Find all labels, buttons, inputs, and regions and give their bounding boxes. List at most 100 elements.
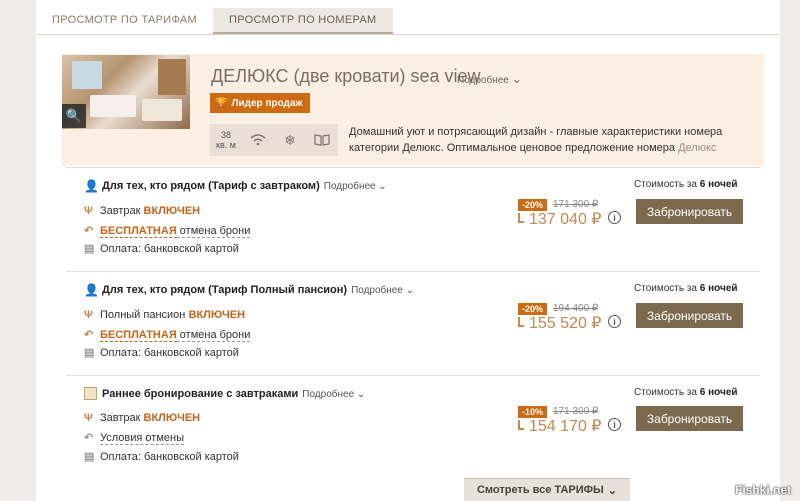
room-area: 38 кв. м xyxy=(210,124,242,156)
room-more-label: Подробнее xyxy=(457,75,509,86)
area-unit: кв. м xyxy=(216,140,236,150)
rate-row: Раннее бронирование с завтраками Подробне… xyxy=(66,375,760,478)
wallet-icon: ▤ xyxy=(84,347,95,359)
badge-label: Лидер продаж xyxy=(231,97,303,109)
undo-arrow-icon: ↶ xyxy=(84,432,94,444)
person-mini-icon xyxy=(518,420,524,430)
payment-line: ▤ Оплата: банковской картой xyxy=(84,450,239,463)
price: 155 520 ₽ xyxy=(518,313,601,333)
cost-nights: 6 ночей xyxy=(699,179,738,190)
info-icon[interactable]: i xyxy=(608,211,621,224)
rate-title-text: Для тех, кто рядом (Тариф Полный пансион… xyxy=(102,284,348,296)
payment-line: ▤ Оплата: банковской картой xyxy=(84,346,239,359)
rate-more-link[interactable]: Подробнее ⌄ xyxy=(302,389,365,400)
meal-prefix: Завтрак xyxy=(100,205,144,217)
description-faded: Делюкс xyxy=(678,142,717,154)
cost-nights: 6 ночей xyxy=(699,387,738,398)
watermark: Fishki.net xyxy=(735,483,792,497)
rate-title[interactable]: Раннее бронирование с завтраками Подробне… xyxy=(102,388,365,400)
photo-bed xyxy=(90,95,136,117)
meal-prefix: Завтрак xyxy=(100,412,144,424)
rate-row: 👤 Для тех, кто рядом (Тариф с завтраком)… xyxy=(66,167,760,271)
fork-knife-icon: Ψ xyxy=(84,309,93,321)
cost-prefix: Стоимость за xyxy=(634,283,700,294)
zoom-icon[interactable]: 🔍 xyxy=(62,104,86,128)
info-icon[interactable]: i xyxy=(608,315,621,328)
rate-more-label: Подробнее xyxy=(323,181,376,192)
book-button[interactable]: Забронировать xyxy=(636,406,743,431)
chevron-down-icon: ⌄ xyxy=(511,72,522,86)
rate-more-label: Подробнее xyxy=(302,389,355,400)
room-description: Домашний уют и потрясающий дизайн - глав… xyxy=(349,124,729,156)
cancel-text: отмена брони xyxy=(176,329,251,342)
view-tabs: ПРОСМОТР ПО ТАРИФАМ ПРОСМОТР ПО НОМЕРАМ xyxy=(36,8,780,34)
room-title[interactable]: ДЕЛЮКС (две кровати) sea view xyxy=(211,66,481,87)
person-icon: 👤 xyxy=(84,179,99,193)
amenities-bar: 38 кв. м ❄ xyxy=(210,124,338,156)
wallet-icon: ▤ xyxy=(84,243,95,255)
cost-label: Стоимость за 6 ночей xyxy=(634,387,738,398)
meal-line: Ψ Полный пансион ВКЛЮЧЕН xyxy=(84,309,245,321)
book-icon xyxy=(306,124,338,156)
cancel-highlight: БЕСПЛАТНАЯ xyxy=(100,225,177,238)
cost-label: Стоимость за 6 ночей xyxy=(634,283,738,294)
tabs-divider xyxy=(36,34,780,35)
fork-knife-icon: Ψ xyxy=(84,205,93,217)
rate-title[interactable]: Для тех, кто рядом (Тариф Полный пансион… xyxy=(102,284,414,296)
meal-line: Ψ Завтрак ВКЛЮЧЕН xyxy=(84,412,200,424)
cost-nights: 6 ночей xyxy=(699,283,738,294)
cost-prefix: Стоимость за xyxy=(634,387,700,398)
price: 154 170 ₽ xyxy=(518,416,601,436)
wallet-icon: ▤ xyxy=(84,451,95,463)
cancel-text: отмена брони xyxy=(176,225,251,238)
meal-prefix: Полный пансион xyxy=(100,309,189,321)
book-button[interactable]: Забронировать xyxy=(636,303,743,328)
meal-status: ВКЛЮЧЕН xyxy=(143,412,201,424)
payment-text: Оплата: банковской картой xyxy=(100,347,239,359)
meal-line: Ψ Завтрак ВКЛЮЧЕН xyxy=(84,205,200,217)
price-value: 154 170 ₽ xyxy=(529,418,602,435)
trophy-icon: 🏆 xyxy=(215,97,228,109)
cancel-line[interactable]: ↶ БЕСПЛАТНАЯ отмена брони xyxy=(84,224,251,238)
cost-label: Стоимость за 6 ночей xyxy=(634,179,738,190)
undo-arrow-icon: ↶ xyxy=(84,329,94,341)
cancel-line[interactable]: ↶ Условия отмены xyxy=(84,431,184,445)
price-value: 155 520 ₽ xyxy=(529,315,602,332)
payment-text: Оплата: банковской картой xyxy=(100,243,239,255)
rate-row: 👤 Для тех, кто рядом (Тариф Полный панси… xyxy=(66,271,760,375)
photo-wall xyxy=(158,59,186,95)
bestseller-badge: 🏆 Лидер продаж xyxy=(210,93,310,113)
tab-by-rates[interactable]: ПРОСМОТР ПО ТАРИФАМ xyxy=(36,8,213,34)
photo-bed xyxy=(142,99,182,121)
wifi-icon xyxy=(242,124,274,156)
undo-arrow-icon: ↶ xyxy=(84,225,94,237)
payment-line: ▤ Оплата: банковской картой xyxy=(84,242,239,255)
rate-title-text: Для тех, кто рядом (Тариф с завтраком) xyxy=(102,180,320,192)
snowflake-icon: ❄ xyxy=(284,131,296,148)
rate-more-link[interactable]: Подробнее ⌄ xyxy=(324,181,387,192)
see-all-label: Смотреть все ТАРИФЫ xyxy=(476,484,604,496)
person-mini-icon xyxy=(518,317,524,327)
see-all-rates-button[interactable]: Смотреть все ТАРИФЫ ⌄ xyxy=(464,478,630,501)
cancel-line[interactable]: ↶ БЕСПЛАТНАЯ отмена брони xyxy=(84,328,251,342)
rate-title[interactable]: Для тех, кто рядом (Тариф с завтраком) По… xyxy=(102,180,387,192)
meal-status: ВКЛЮЧЕН xyxy=(143,205,201,217)
photo-window xyxy=(72,61,102,89)
price: 137 040 ₽ xyxy=(518,209,601,229)
cancel-highlight: БЕСПЛАТНАЯ xyxy=(100,329,177,342)
meal-status: ВКЛЮЧЕН xyxy=(188,309,246,321)
book-button[interactable]: Забронировать xyxy=(636,199,743,224)
info-icon[interactable]: i xyxy=(608,418,621,431)
room-more-link[interactable]: Подробнее ⌄ xyxy=(457,72,522,86)
rate-more-link[interactable]: Подробнее ⌄ xyxy=(351,285,414,296)
price-value: 137 040 ₽ xyxy=(529,211,602,228)
cancel-conditions: Условия отмены xyxy=(100,432,184,445)
rate-title-text: Раннее бронирование с завтраками xyxy=(102,388,299,400)
tab-by-rooms[interactable]: ПРОСМОТР ПО НОМЕРАМ xyxy=(212,8,393,34)
area-value: 38 xyxy=(220,130,231,140)
cost-prefix: Стоимость за xyxy=(634,179,700,190)
rate-more-label: Подробнее xyxy=(351,285,403,296)
calendar-icon xyxy=(84,387,97,400)
fork-knife-icon: Ψ xyxy=(84,412,93,424)
description-text: Домашний уют и потрясающий дизайн - глав… xyxy=(349,126,723,154)
